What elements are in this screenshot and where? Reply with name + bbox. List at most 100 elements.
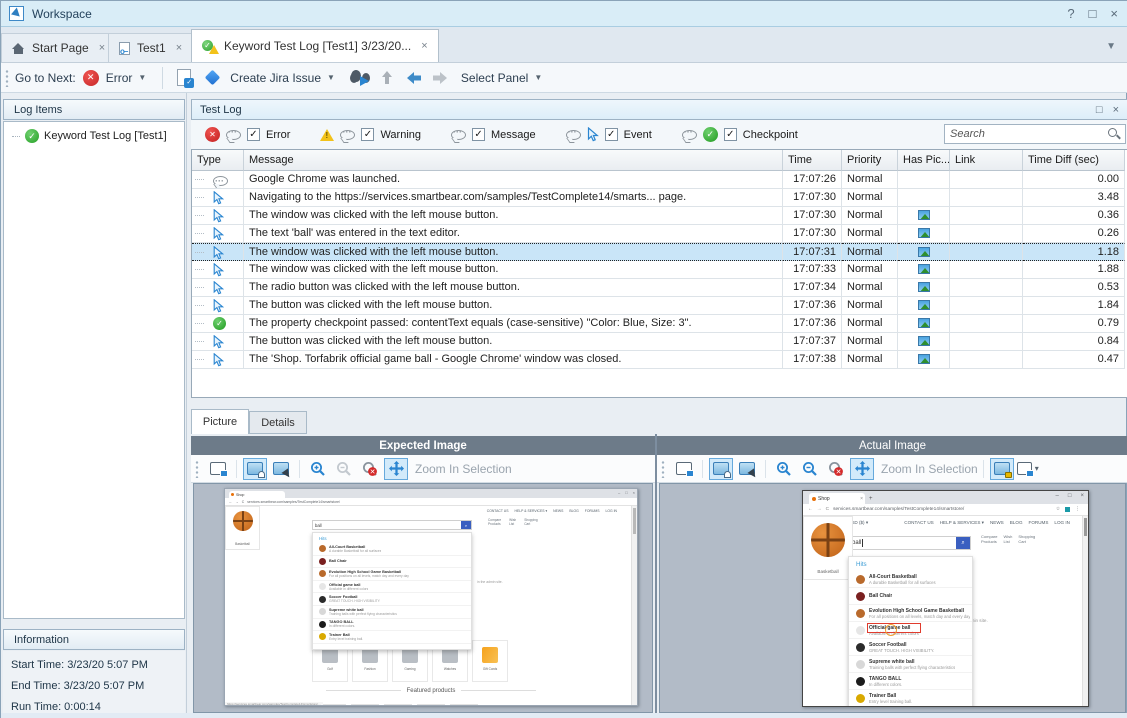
close-button[interactable]: × — [1110, 6, 1118, 21]
actual-image-canvas[interactable]: Shop× + –□× ←→C services.smartbear.com/s… — [659, 483, 1126, 713]
zoom-in-button[interactable] — [306, 458, 330, 480]
shop-search-button: ⌕ — [461, 521, 471, 529]
log-filter[interactable]: ✕ ✓ ✓ Warning — [320, 128, 421, 141]
go-to-next-error-button[interactable]: Error — [106, 71, 133, 85]
table-row[interactable]: ✓ Navigating to the https://services.sma… — [192, 189, 1127, 207]
column-header[interactable]: Message — [244, 150, 783, 171]
log-filter[interactable]: ✕ ✓ ✓ Message — [451, 128, 536, 141]
product-thumb — [856, 575, 865, 584]
column-header[interactable]: Has Pic... — [898, 150, 950, 171]
table-row[interactable]: ✓ The window was clicked with the left m… — [192, 243, 1127, 261]
expected-image-canvas[interactable]: Shop –□× ←→Cservices.smartbear.com/sampl… — [193, 483, 653, 713]
select-mode-button[interactable] — [735, 458, 759, 480]
log-filter[interactable]: ✕ ✓ ✓ Error — [205, 127, 290, 142]
actual-image-toolbar: ✕ Zoom In Selection ▾ — [657, 455, 1127, 483]
event-icon — [213, 246, 224, 260]
tab-label: Keyword Test Log [Test1] 3/23/20... — [224, 39, 411, 53]
table-row[interactable]: ✓ The button was clicked with the left m… — [192, 297, 1127, 315]
picture-options-button[interactable]: ▾ — [1016, 458, 1040, 480]
table-row[interactable]: ✓ The button was clicked with the left m… — [192, 333, 1127, 351]
tab-picture[interactable]: Picture — [191, 409, 249, 434]
information-body: Start Time: 3/23/20 5:07 PMEnd Time: 3/2… — [3, 651, 185, 717]
tab-test1[interactable]: Test1 × — [108, 33, 193, 62]
pan-mode-button[interactable] — [709, 458, 733, 480]
tab-list-chevron-icon[interactable]: ▼ — [1106, 41, 1116, 52]
panel-close-icon[interactable]: × — [1113, 104, 1119, 116]
log-items-tree-item[interactable]: ✓ Keyword Test Log [Test1] — [4, 122, 184, 143]
create-jira-issue-button[interactable]: Create Jira Issue — [230, 71, 321, 85]
search-input[interactable] — [945, 128, 1107, 140]
error-icon: ✕ — [205, 127, 220, 142]
column-header[interactable]: Time Diff (sec) — [1023, 150, 1125, 171]
select-panel-button[interactable]: Select Panel — [461, 71, 528, 85]
url-text: services.smartbear.com/samples/TestCompl… — [833, 507, 964, 512]
priority-cell: Normal — [842, 261, 898, 279]
browser-tab-title: Shop — [236, 493, 244, 497]
zoom-in-button[interactable] — [772, 458, 796, 480]
filter-checkbox[interactable]: ✓ — [724, 128, 737, 141]
filter-checkbox[interactable]: ✓ — [605, 128, 618, 141]
jira-dropdown-icon[interactable]: ▼ — [327, 73, 335, 82]
zoom-selection-button[interactable] — [384, 458, 408, 480]
panel-maximize-icon[interactable]: □ — [1096, 104, 1103, 116]
tab-close-icon[interactable]: × — [99, 42, 105, 54]
toolbar-grip[interactable] — [661, 460, 665, 478]
zoom-out-button[interactable] — [798, 458, 822, 480]
tab-keyword-test-log[interactable]: ✓ Keyword Test Log [Test1] 3/23/20... × — [191, 29, 439, 62]
column-header[interactable]: Priority — [842, 150, 898, 171]
search-icon[interactable] — [1107, 127, 1121, 141]
message-cell: The radio button was clicked with the le… — [244, 279, 783, 297]
lock-picture-button[interactable] — [990, 458, 1014, 480]
log-table: TypeMessageTimePriorityHas Pic...LinkTim… — [191, 149, 1127, 398]
tab-label: Test1 — [137, 41, 166, 55]
admin-note-text: in the admin site. — [477, 580, 503, 584]
table-row[interactable]: ✓ The 'Shop. Torfabrik official game bal… — [192, 351, 1127, 369]
link-cell — [950, 261, 1023, 279]
window-bottom-edge — [1, 713, 1127, 718]
save-picture-button[interactable] — [672, 458, 696, 480]
maximize-button[interactable]: □ — [1089, 6, 1097, 21]
save-picture-button[interactable] — [206, 458, 230, 480]
expected-image-panel: Expected Image ✕ Zoom In Selection — [191, 434, 655, 713]
filter-checkbox[interactable]: ✓ — [247, 128, 260, 141]
column-header[interactable]: Time — [783, 150, 842, 171]
results-doc-icon[interactable] — [177, 69, 191, 86]
zoom-reset-button[interactable]: ✕ — [358, 458, 382, 480]
zoom-reset-button[interactable]: ✕ — [824, 458, 848, 480]
table-row[interactable]: ✓ The property checkpoint passed: conten… — [192, 315, 1127, 333]
tree-connector — [195, 215, 204, 216]
zoom-out-button[interactable] — [332, 458, 356, 480]
log-filter[interactable]: ✕ ✓ ✓ Checkpoint — [682, 127, 798, 142]
log-filter[interactable]: ✕ ✓ ✓ Event — [566, 127, 652, 142]
time-diff-cell: 0.79 — [1023, 315, 1125, 333]
up-arrow-icon[interactable] — [379, 70, 397, 86]
table-row[interactable]: ✓ The window was clicked with the left m… — [192, 261, 1127, 279]
error-dropdown-icon[interactable]: ▼ — [138, 73, 146, 82]
help-button[interactable]: ? — [1067, 6, 1074, 21]
tab-start-page[interactable]: Start Page × — [1, 33, 116, 62]
tab-label: Start Page — [32, 41, 89, 55]
zoom-selection-button[interactable] — [850, 458, 874, 480]
table-row[interactable]: ✓ The radio button was clicked with the … — [192, 279, 1127, 297]
toolbar-grip[interactable] — [195, 460, 199, 478]
log-items-tree: ✓ Keyword Test Log [Test1] — [3, 121, 185, 619]
filter-checkbox[interactable]: ✓ — [361, 128, 374, 141]
forward-arrow-icon[interactable] — [431, 70, 449, 86]
tab-close-icon[interactable]: × — [421, 40, 427, 52]
table-row[interactable]: ✓ The text 'ball' was entered in the tex… — [192, 225, 1127, 243]
select-mode-button[interactable] — [269, 458, 293, 480]
toolbar-grip[interactable] — [5, 69, 9, 87]
back-arrow-icon[interactable] — [405, 70, 423, 86]
table-row[interactable]: ✓ The window was clicked with the left m… — [192, 207, 1127, 225]
picture-icon — [918, 354, 930, 364]
filter-checkbox[interactable]: ✓ — [472, 128, 485, 141]
table-row[interactable]: ✓ Google Chrome was launched. 17:07:26 N… — [192, 171, 1127, 189]
product-suggestion: Soccer FootballGREAT TOUCH. HIGH VISIBIL… — [313, 593, 471, 606]
pan-mode-button[interactable] — [243, 458, 267, 480]
column-header[interactable]: Type — [192, 150, 244, 171]
debug-bug-icon[interactable] — [349, 69, 369, 87]
tab-details[interactable]: Details — [249, 411, 307, 434]
tab-close-icon[interactable]: × — [176, 42, 182, 54]
column-header[interactable]: Link — [950, 150, 1023, 171]
select-panel-dropdown-icon[interactable]: ▼ — [534, 73, 542, 82]
